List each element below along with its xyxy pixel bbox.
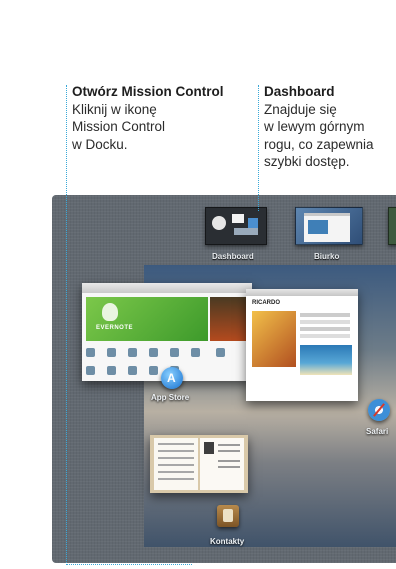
app-store-label: App Store [151, 393, 190, 402]
clock-widget-icon [212, 216, 226, 230]
contacts-icon[interactable] [217, 505, 239, 527]
mission-control-leader-line [66, 85, 67, 565]
mission-control-leader-line-bottom [66, 564, 192, 565]
safari-window[interactable]: RICARDO [246, 289, 358, 401]
callout-line: Mission Control [72, 119, 166, 134]
app-store-window[interactable]: EVERNOTE [82, 283, 252, 381]
food-image [252, 311, 296, 367]
contacts-window[interactable] [150, 435, 248, 493]
text-lines [300, 313, 350, 317]
dashboard-space-thumbnail[interactable] [205, 207, 267, 245]
callout-line: Znajduje się [264, 101, 337, 117]
calendar-widget-icon [232, 214, 244, 223]
fullscreen-app-space-thumbnail[interactable] [388, 207, 396, 245]
contact-card-page [200, 438, 244, 490]
contacts-list-page [154, 438, 198, 490]
callout-line: rogu, co zapewnia [264, 136, 374, 152]
mission-control-screen: Dashboard Biurko EVERNOTE A App Store RI… [52, 195, 396, 563]
desktop-window-preview [304, 213, 350, 242]
desktop-space-thumbnail[interactable] [295, 207, 363, 245]
dashboard-space-label: Dashboard [212, 252, 254, 261]
callout-dashboard: Dashboard Znajduje się w lewym górnym ro… [264, 83, 396, 171]
page-title: RICARDO [252, 300, 280, 306]
callout-line: szybki dostęp. [264, 154, 350, 169]
callout-title: Otwórz Mission Control [72, 84, 224, 99]
featured-side-banner [210, 297, 248, 341]
callout-line: w Docku. [72, 136, 128, 152]
safari-icon[interactable] [368, 399, 390, 421]
evernote-logo-icon [102, 303, 118, 321]
callout-line: w lewym górnym [264, 119, 365, 134]
window-toolbar [82, 283, 252, 293]
callout-open-mission-control: Otwórz Mission Control Kliknij w ikonę M… [72, 83, 252, 153]
contact-photo-icon [204, 442, 214, 454]
callout-line: Kliknij w ikonę [72, 101, 157, 117]
stocks-widget-icon [234, 228, 258, 235]
callout-title: Dashboard [264, 84, 335, 99]
contacts-label: Kontakty [210, 537, 245, 546]
dashboard-leader-line [258, 85, 259, 211]
app-store-icon[interactable]: A [161, 367, 183, 389]
safari-label: Safari [366, 427, 389, 436]
beach-photo [300, 345, 352, 375]
window-toolbar [246, 289, 358, 296]
desktop-space-label: Biurko [314, 252, 340, 261]
featured-banner: EVERNOTE [86, 297, 208, 341]
banner-text: EVERNOTE [96, 325, 134, 331]
weather-widget-icon [248, 218, 258, 228]
